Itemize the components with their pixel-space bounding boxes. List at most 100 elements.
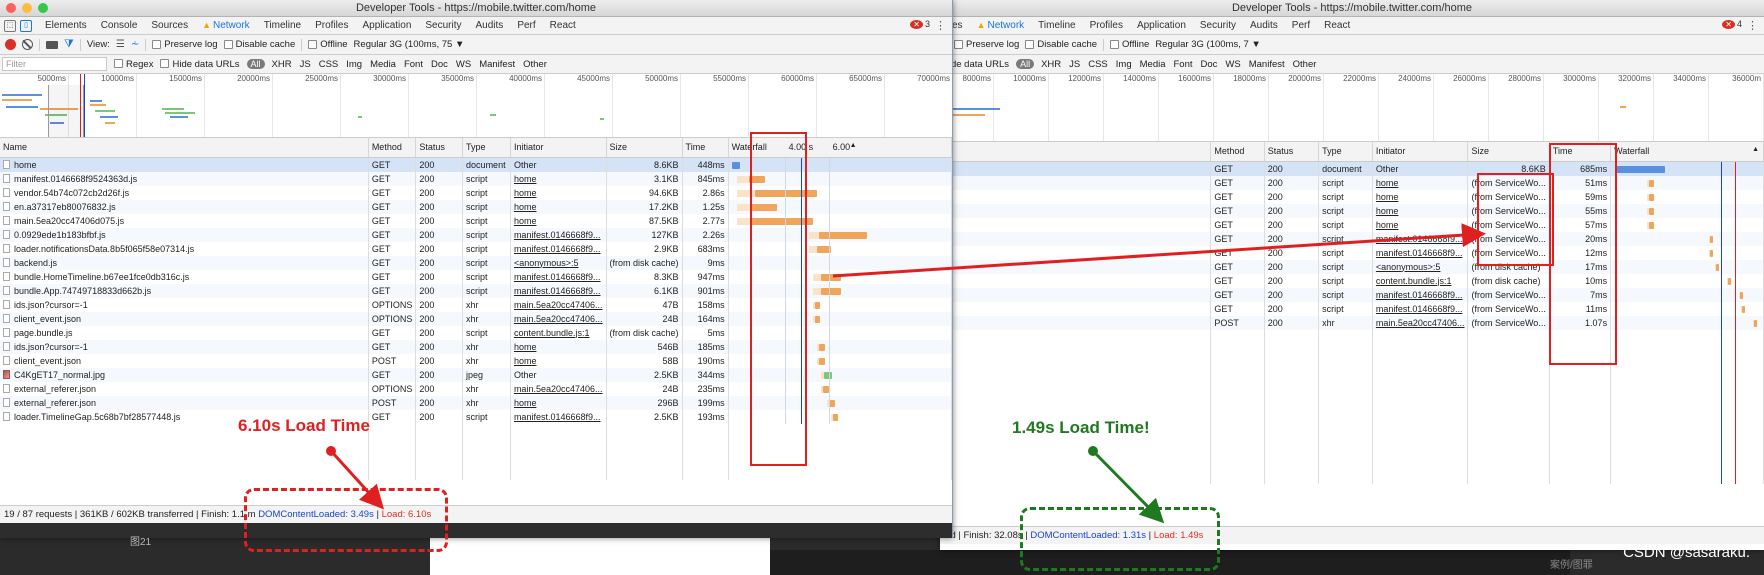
request-name-cell[interactable] bbox=[940, 245, 1212, 260]
table-row[interactable]: GET 200 script home (from ServiceWo... 55ms bbox=[940, 203, 1764, 218]
request-initiator[interactable]: home bbox=[510, 185, 607, 200]
request-name-cell[interactable] bbox=[940, 203, 1212, 218]
filter-type-js[interactable]: JS bbox=[300, 59, 311, 70]
request-name-cell[interactable] bbox=[940, 287, 1212, 302]
large-rows-icon[interactable]: ☰ bbox=[116, 39, 125, 50]
table-row[interactable]: backend.js GET 200 script <anonymous>:5 (from… bbox=[0, 255, 952, 270]
table-row[interactable]: main.5ea20cc47406d075.js GET 200 script home… bbox=[0, 213, 952, 228]
filter-type-doc[interactable]: Doc bbox=[1201, 59, 1218, 70]
clear-icon[interactable] bbox=[22, 39, 33, 50]
column-size[interactable]: Size bbox=[606, 138, 683, 158]
request-name-cell[interactable] bbox=[940, 175, 1212, 190]
column-name[interactable] bbox=[940, 142, 1212, 162]
request-initiator[interactable]: home bbox=[510, 213, 607, 228]
preserve-log-checkbox[interactable]: Preserve log bbox=[152, 39, 218, 50]
filter-input[interactable]: Filter bbox=[2, 57, 107, 71]
filter-type-ws[interactable]: WS bbox=[1225, 59, 1240, 70]
request-initiator[interactable]: home bbox=[1372, 189, 1469, 204]
request-initiator[interactable]: manifest.0146668f9... bbox=[510, 283, 607, 298]
inspect-element-icon[interactable]: ⬚ bbox=[4, 19, 16, 32]
table-row[interactable]: loader.TimelineGap.5c68b7bf28577448.js GE… bbox=[0, 409, 952, 424]
error-count-badge[interactable]: ✕ 3 bbox=[910, 19, 930, 29]
request-name-cell[interactable]: loader.notificationsData.8b5f065f58e0731… bbox=[0, 241, 369, 256]
request-waterfall[interactable] bbox=[1610, 203, 1764, 218]
table-row[interactable]: GET 200 script content.bundle.js:1 (from dis… bbox=[940, 273, 1764, 288]
request-name-cell[interactable] bbox=[940, 301, 1212, 316]
column-initiator[interactable]: Initiator bbox=[1372, 142, 1469, 162]
table-row[interactable]: GET 200 script home (from ServiceWo... 51ms bbox=[940, 175, 1764, 190]
request-name-cell[interactable]: bundle.HomeTimeline.b67ee1fce0db316c.js bbox=[0, 269, 369, 284]
filter-type-ws[interactable]: WS bbox=[456, 59, 471, 70]
request-name-cell[interactable]: ids.json?cursor=-1 bbox=[0, 297, 369, 312]
table-row[interactable]: ids.json?cursor=-1 GET 200 xhr home 546B 185ms bbox=[0, 339, 952, 354]
request-initiator[interactable]: <anonymous>:5 bbox=[510, 255, 607, 270]
filter-type-other[interactable]: Other bbox=[1293, 59, 1317, 70]
request-name-cell[interactable]: C4KgET17_normal.jpg bbox=[0, 367, 369, 382]
tab-application[interactable]: Application bbox=[1130, 20, 1193, 31]
preserve-log-checkbox[interactable]: Preserve log bbox=[954, 39, 1019, 50]
filter-type-img[interactable]: Img bbox=[1116, 59, 1132, 70]
table-row[interactable]: GET 200 script home (from ServiceWo... 59ms bbox=[940, 189, 1764, 204]
table-row[interactable]: ids.json?cursor=-1 OPTIONS 200 xhr main.5ea2… bbox=[0, 297, 952, 312]
request-name-cell[interactable]: client_event.json bbox=[0, 353, 369, 368]
request-name-cell[interactable]: 0.0929ede1b183bfbf.js bbox=[0, 227, 369, 242]
request-waterfall[interactable] bbox=[1610, 175, 1764, 190]
record-button[interactable] bbox=[5, 39, 16, 50]
request-name-cell[interactable]: bundle.App.74749718833d662b.js bbox=[0, 283, 369, 298]
filter-type-font[interactable]: Font bbox=[1174, 59, 1193, 70]
more-menu-icon[interactable]: ⋮ bbox=[935, 19, 946, 32]
request-name-cell[interactable] bbox=[940, 231, 1212, 246]
table-row[interactable]: bundle.App.74749718833d662b.js GET 200 scri… bbox=[0, 283, 952, 298]
minimize-window-button[interactable] bbox=[22, 3, 32, 13]
tab-react[interactable]: React bbox=[1317, 20, 1357, 31]
tab-profiles[interactable]: Profiles bbox=[308, 20, 355, 31]
filter-type-other[interactable]: Other bbox=[523, 59, 547, 70]
offline-checkbox[interactable]: Offline bbox=[308, 39, 348, 50]
request-waterfall[interactable] bbox=[1610, 315, 1764, 330]
hide-data-urls-checkbox[interactable]: Hide data URLs bbox=[160, 59, 240, 70]
request-waterfall[interactable] bbox=[1610, 245, 1764, 260]
request-initiator[interactable]: manifest.0146668f9... bbox=[510, 409, 607, 424]
request-initiator[interactable]: manifest.0146668f9... bbox=[1372, 287, 1469, 302]
offline-checkbox[interactable]: Offline bbox=[1110, 39, 1149, 50]
disable-cache-checkbox[interactable]: Disable cache bbox=[1025, 39, 1097, 50]
column-type[interactable]: Type bbox=[1318, 142, 1373, 162]
table-row[interactable]: GET 200 script manifest.0146668f9... (from S… bbox=[940, 287, 1764, 302]
request-initiator[interactable]: main.5ea20cc47406... bbox=[510, 311, 607, 326]
tab-security[interactable]: Security bbox=[1193, 20, 1243, 31]
request-name-cell[interactable] bbox=[940, 315, 1212, 330]
column-status[interactable]: Status bbox=[1264, 142, 1320, 162]
request-initiator[interactable]: home bbox=[510, 339, 607, 354]
column-name[interactable]: Name bbox=[0, 138, 369, 158]
request-name-cell[interactable] bbox=[940, 161, 1212, 176]
filter-type-img[interactable]: Img bbox=[346, 59, 362, 70]
table-row[interactable]: 0.0929ede1b183bfbf.js GET 200 script manifes… bbox=[0, 227, 952, 242]
request-initiator[interactable]: home bbox=[1372, 203, 1469, 218]
filter-type-xhr[interactable]: XHR bbox=[1041, 59, 1061, 70]
request-name-cell[interactable]: external_referer.json bbox=[0, 381, 369, 396]
error-count-badge[interactable]: ✕ 4 bbox=[1722, 19, 1742, 29]
zoom-window-button[interactable] bbox=[38, 3, 48, 13]
request-initiator[interactable]: home bbox=[510, 353, 607, 368]
filter-type-doc[interactable]: Doc bbox=[431, 59, 448, 70]
request-initiator[interactable]: content.bundle.js:1 bbox=[510, 325, 607, 340]
overview-icon[interactable]: ⩪ bbox=[131, 39, 139, 50]
column-status[interactable]: Status bbox=[415, 138, 464, 158]
timeline-overview[interactable]: 8000ms 10000ms 12000ms 14000ms 16000ms 18000m… bbox=[940, 74, 1764, 142]
filter-type-css[interactable]: CSS bbox=[319, 59, 339, 70]
request-name-cell[interactable] bbox=[940, 259, 1212, 274]
request-initiator[interactable]: home bbox=[510, 395, 607, 410]
filter-type-media[interactable]: Media bbox=[1140, 59, 1166, 70]
request-initiator[interactable]: home bbox=[1372, 217, 1469, 232]
request-initiator[interactable]: home bbox=[1372, 175, 1469, 190]
overview-selection[interactable] bbox=[48, 85, 84, 137]
tab-perf[interactable]: Perf bbox=[1285, 20, 1317, 31]
filter-type-xhr[interactable]: XHR bbox=[272, 59, 292, 70]
request-name-cell[interactable]: main.5ea20cc47406d075.js bbox=[0, 213, 369, 228]
table-row[interactable]: bundle.HomeTimeline.b67ee1fce0db316c.js G… bbox=[0, 269, 952, 284]
request-waterfall[interactable] bbox=[1610, 273, 1764, 288]
request-initiator[interactable]: manifest.0146668f9... bbox=[510, 227, 607, 242]
request-initiator[interactable]: main.5ea20cc47406... bbox=[510, 381, 607, 396]
tab-perf[interactable]: Perf bbox=[510, 20, 542, 31]
filter-all-pill[interactable]: All bbox=[246, 59, 265, 69]
